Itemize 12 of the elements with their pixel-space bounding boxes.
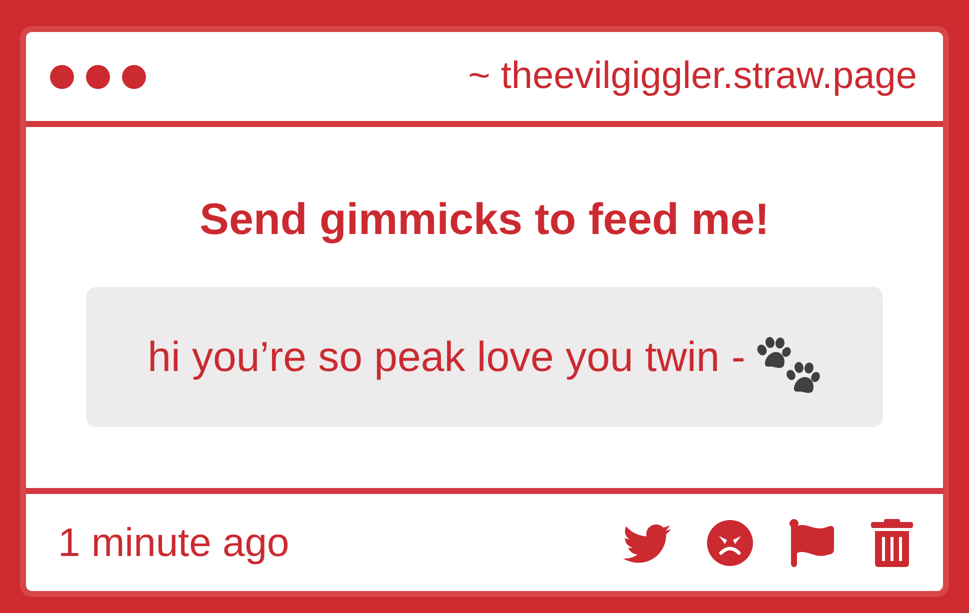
prompt-heading: Send gimmicks to feed me! [200, 194, 770, 246]
window-dot-icon [50, 64, 74, 88]
timestamp: 1 minute ago [58, 520, 290, 566]
paw-prints-icon [757, 337, 822, 396]
twitter-bird-icon[interactable] [623, 522, 671, 562]
window-dot-icon [122, 64, 146, 88]
angry-face-icon[interactable] [707, 520, 753, 566]
flag-icon[interactable] [789, 518, 835, 566]
trash-icon[interactable] [871, 518, 913, 566]
message-text: hi you’re so peak love you twin - [148, 332, 746, 382]
window-dot-icon [86, 64, 110, 88]
page-url: ~ theevilgiggler.straw.page [468, 54, 917, 99]
